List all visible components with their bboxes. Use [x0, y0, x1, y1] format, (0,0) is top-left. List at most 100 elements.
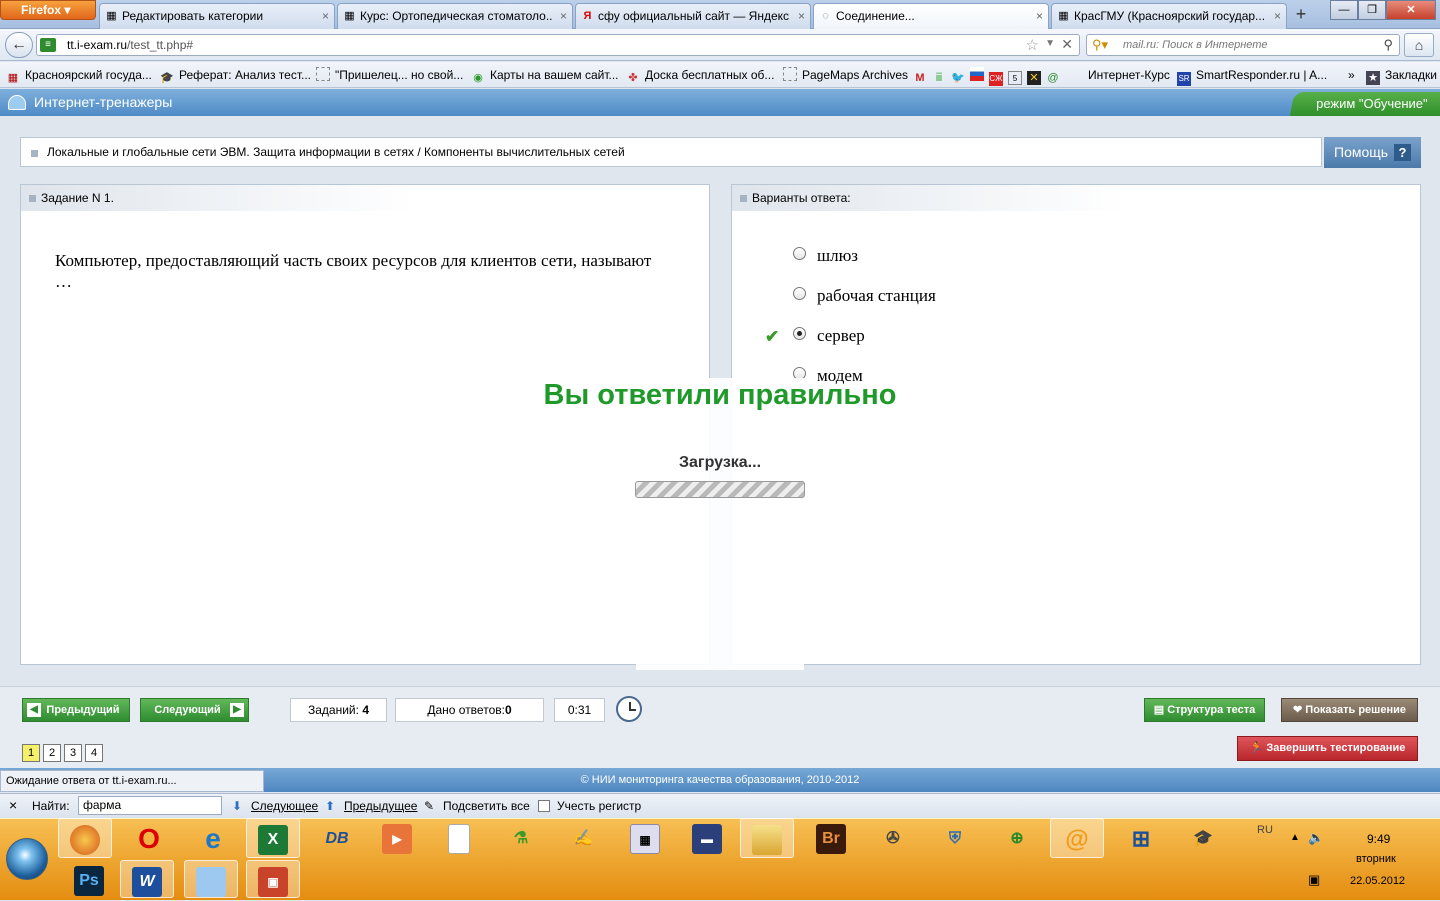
bookmark-icons-group[interactable]: Mⅲ 🐦 СЖ 5 ✕ @ [913, 67, 1065, 86]
radio-button[interactable] [793, 247, 806, 260]
bookmark-item[interactable]: ◉ Карты на вашем сайт... [471, 67, 618, 84]
chess-favicon-icon: ▦ [344, 10, 355, 22]
navigation-bar: ← ≡ tt.i-exam.ru/test_tt.php# ☆ ▼ ✕ ⚲▾ m… [0, 29, 1440, 61]
previous-button[interactable]: ◀ Предыдущий [22, 698, 130, 722]
firefox-menu-button[interactable]: Firefox ▾ [0, 0, 96, 20]
db-glyph: DB [325, 830, 349, 848]
people-icon: ⅲ [935, 72, 943, 84]
word-icon[interactable]: W [120, 860, 174, 898]
paint-icon[interactable]: ✍ [556, 818, 610, 858]
bridge-icon[interactable]: Br [804, 818, 858, 858]
network-icon[interactable]: ⊕ [990, 818, 1044, 858]
lab-icon[interactable]: ⚗ [494, 818, 548, 858]
tab-edit-categories[interactable]: ▦ Редактировать категории × [99, 3, 335, 29]
page-1[interactable]: 1 [22, 744, 40, 762]
folder-icon[interactable] [740, 818, 794, 858]
tray-expand-icon[interactable]: ▲ [1290, 832, 1300, 843]
find-previous-button[interactable]: Предыдущее [344, 799, 417, 813]
close-find-icon[interactable]: × [9, 797, 17, 813]
mail-icon[interactable]: @ [1050, 818, 1104, 858]
close-tab-icon[interactable]: × [560, 4, 567, 28]
bookmark-item[interactable]: SR SmartResponder.ru | A... [1177, 67, 1327, 86]
windows-start-icon[interactable] [6, 838, 48, 880]
bookmarks-menu[interactable]: ★ Закладки [1366, 67, 1437, 85]
search-engine-icon[interactable]: ⚲▾ [1092, 37, 1108, 53]
scanner-icon[interactable]: ✇ [866, 818, 920, 858]
new-tab-icon[interactable]: + [1288, 3, 1314, 27]
network-tray-icon[interactable]: ▣ [1308, 872, 1320, 888]
bookmark-item[interactable]: ▦ Красноярский госуда... [6, 67, 152, 84]
media-player-icon[interactable]: ▶ [370, 818, 424, 858]
tab-yandex[interactable]: Ясфу официальный сайт — Яндекс... × [575, 3, 811, 29]
highlight-all-button[interactable]: Подсветить все [443, 799, 530, 813]
next-button[interactable]: Следующий ▶ [140, 698, 249, 722]
minimize-icon[interactable]: — [1330, 0, 1358, 20]
bookmark-item[interactable]: Интернет-Курс [1088, 67, 1170, 84]
bookmarks-more-icon[interactable]: » [1348, 67, 1355, 84]
find-input[interactable]: фарма [78, 796, 222, 815]
windows-explorer-icon[interactable] [184, 860, 238, 898]
tab-krasgmu[interactable]: ▦ КрасГМУ (Красноярский государ... × [1051, 3, 1287, 29]
document-icon[interactable] [432, 818, 486, 858]
question-text: Компьютер, предоставляющий часть своих р… [55, 251, 652, 291]
search-icon[interactable]: ⚲ [1383, 37, 1393, 53]
opera-icon[interactable]: O [122, 818, 176, 858]
bookmark-item[interactable]: ✤ Доска бесплатных об... [626, 67, 774, 84]
security-icon[interactable]: ⛨ [928, 818, 982, 858]
db-icon[interactable]: DB [310, 818, 364, 858]
close-tab-icon[interactable]: × [798, 4, 805, 28]
bookmark-item[interactable]: PageMaps Archives [783, 67, 908, 84]
board-icon: ✤ [628, 72, 638, 84]
bookmark-item[interactable]: "Пришелец... но свой... [316, 67, 463, 84]
bookmark-item[interactable]: 🎓 Реферат: Анализ тест... [160, 67, 311, 84]
help-button[interactable]: Помощь? [1324, 137, 1421, 168]
radio-button-selected[interactable] [793, 327, 806, 340]
test-structure-button[interactable]: ▤ Структура теста [1144, 698, 1265, 722]
radio-button[interactable] [793, 287, 806, 300]
page-2[interactable]: 2 [43, 744, 61, 762]
language-indicator[interactable]: RU [1257, 824, 1273, 836]
answer-option[interactable]: сервер [793, 326, 865, 346]
media-glyph: ▶ [382, 824, 412, 855]
restore-icon[interactable]: ❐ [1358, 0, 1386, 20]
bookmark-star-icon[interactable]: ☆ [1026, 36, 1039, 54]
photoshop-icon[interactable]: Ps [62, 860, 116, 898]
answer-option[interactable]: шлюз [793, 246, 858, 266]
find-next-button[interactable]: Следующее [251, 799, 318, 813]
firefox-icon[interactable] [58, 818, 112, 858]
volume-icon[interactable]: 🔈 [1308, 830, 1324, 846]
close-tab-icon[interactable]: × [322, 4, 329, 28]
excel-icon[interactable]: X [246, 818, 300, 858]
page-3[interactable]: 3 [64, 744, 82, 762]
grid-glyph: ⊞ [1131, 826, 1151, 852]
search-bar[interactable]: ⚲▾ mail.ru: Поиск в Интернете ⚲ [1086, 34, 1400, 56]
show-solution-button[interactable]: ❤ Показать решение [1281, 698, 1418, 722]
close-tab-icon[interactable]: × [1274, 4, 1281, 28]
graduation-icon[interactable]: 🎓 [1176, 818, 1230, 858]
match-case-checkbox[interactable] [538, 800, 550, 812]
floppy-icon[interactable]: ▬ [680, 818, 734, 858]
close-window-icon[interactable]: ✕ [1386, 0, 1436, 20]
tab-course[interactable]: ▦ Курс: Ортопедическая стоматоло... × [337, 3, 573, 29]
stop-icon[interactable]: ✕ [1061, 36, 1073, 53]
close-tab-icon[interactable]: × [1036, 4, 1043, 28]
answer-option[interactable]: рабочая станция [793, 286, 936, 306]
tab-label: КрасГМУ (Красноярский государ... [1074, 9, 1266, 23]
word-glyph: W [132, 867, 162, 898]
ie-icon[interactable]: e [186, 818, 240, 858]
graduation-cap-icon: 🎓 [160, 72, 174, 84]
calculator-icon[interactable]: ▦ [618, 818, 672, 858]
site-identity-icon[interactable]: ≡ [40, 38, 56, 52]
finish-test-button[interactable]: 🏃 Завершить тестирование [1237, 736, 1418, 761]
grid-icon[interactable]: ⊞ [1114, 818, 1168, 858]
match-case-label: Учесть регистр [557, 799, 642, 813]
home-icon[interactable]: ⌂ [1404, 33, 1434, 57]
back-arrow-icon[interactable]: ← [5, 32, 33, 58]
url-dropdown-icon[interactable]: ▼ [1045, 38, 1055, 49]
tab-connecting[interactable]: ◌ Соединение... × [813, 3, 1049, 29]
url-bar[interactable]: ≡ tt.i-exam.ru/test_tt.php# ☆ ▼ ✕ [36, 34, 1080, 56]
url-text: tt.i-exam.ru/test_tt.php# [67, 38, 194, 52]
page-4[interactable]: 4 [85, 744, 103, 762]
powerpoint-icon[interactable]: ▣ [246, 860, 300, 898]
clock-time[interactable]: 9:49 [1367, 832, 1390, 846]
